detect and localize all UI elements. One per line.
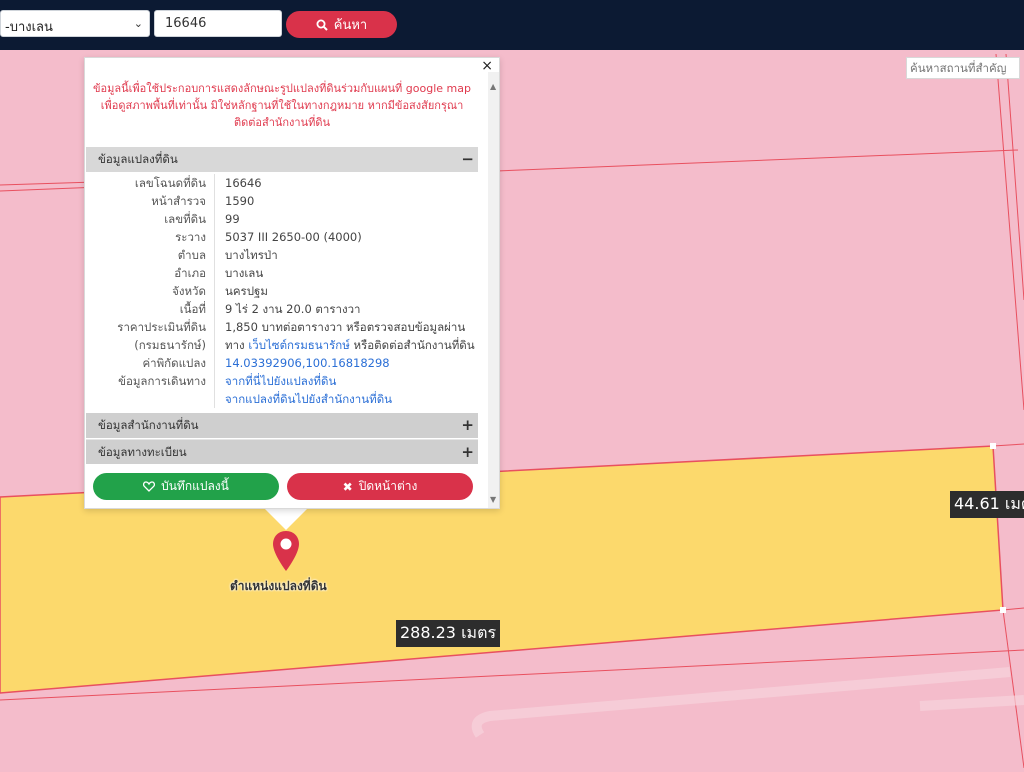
directions-label: ข้อมูลการเดินทาง <box>118 374 206 388</box>
coords-label: ค่าพิกัดแปลง <box>142 356 206 370</box>
directions-to-parcel-link[interactable]: จากที่นี่ไปยังแปลงที่ดิน <box>214 372 478 390</box>
field-label: ระวาง <box>175 230 206 244</box>
search-icon <box>316 19 328 31</box>
popup-scrollbar[interactable]: ▲ ▼ <box>488 72 499 508</box>
detail-row: หน้าสำรวจ 1590 <box>86 192 478 210</box>
search-button-label: ค้นหา <box>333 18 368 33</box>
x-icon: ✖ <box>342 479 353 494</box>
price-value: 1,850 บาทต่อตารางวา หรือตรวจสอบข้อมูลผ่า… <box>214 318 478 336</box>
popup-pointer <box>262 506 310 530</box>
detail-row: จังหวัด นครปฐม <box>86 282 478 300</box>
place-search-input[interactable] <box>906 57 1020 79</box>
price-label-source: (กรมธนารักษ์) <box>134 338 206 352</box>
field-label: จังหวัด <box>172 284 206 298</box>
scroll-down-icon[interactable]: ▼ <box>490 495 496 504</box>
district-select[interactable]: -บางเลน ⌄ <box>0 10 150 37</box>
field-label: หน้าสำรวจ <box>151 194 206 208</box>
chevron-down-icon: ⌄ <box>133 17 143 30</box>
field-label: เลขที่ดิน <box>164 212 206 226</box>
price-row: (กรมธนารักษ์) ทาง เว็บไซต์กรมธนารักษ์ หรื… <box>86 336 478 354</box>
directions-to-office-link[interactable]: จากแปลงที่ดินไปยังสำนักงานที่ดิน <box>214 390 478 408</box>
field-value: บางเลน <box>214 264 478 282</box>
parcel-details: เลขโฉนดที่ดิน 16646 หน้าสำรวจ 1590 เลขที่ด… <box>86 174 478 408</box>
close-window-label: ปิดหน้าต่าง <box>358 479 418 493</box>
price-label: ราคาประเมินที่ดิน <box>117 320 206 334</box>
detail-row: ระวาง 5037 III 2650-00 (4000) <box>86 228 478 246</box>
section-registry-info[interactable]: ข้อมูลทางทะเบียน + <box>86 439 478 464</box>
price-value-note: ทาง เว็บไซต์กรมธนารักษ์ หรือติดต่อสำนักง… <box>214 336 478 354</box>
section-office-title: ข้อมูลสำนักงานที่ดิน <box>98 418 199 432</box>
field-value: นครปฐม <box>214 282 478 300</box>
district-select-value: -บางเลน <box>5 20 53 35</box>
parcel-info-popup: × ▲ ▼ ข้อมูลนี้เพื่อใช้ประกอบการแสดงลักษ… <box>84 57 500 509</box>
detail-row: เลขที่ดิน 99 <box>86 210 478 228</box>
price-row: ราคาประเมินที่ดิน 1,850 บาทต่อตารางวา หรื… <box>86 318 478 336</box>
disclaimer-note: ข้อมูลนี้เพื่อใช้ประกอบการแสดงลักษณะรูปแ… <box>93 82 471 129</box>
side-length-label: 44.61 เมต <box>950 491 1024 518</box>
field-label: เนื้อที่ <box>179 302 206 316</box>
save-parcel-button[interactable]: บันทึกแปลงนี้ <box>93 473 279 500</box>
field-value: 9 ไร่ 2 งาน 20.0 ตารางวา <box>214 300 478 318</box>
field-label: เลขโฉนดที่ดิน <box>134 176 206 190</box>
close-window-button[interactable]: ✖ ปิดหน้าต่าง <box>287 473 473 500</box>
location-pin-icon[interactable] <box>272 530 300 576</box>
directions-row: จากแปลงที่ดินไปยังสำนักงานที่ดิน <box>86 390 478 408</box>
field-value: 5037 III 2650-00 (4000) <box>214 228 478 246</box>
detail-row: เลขโฉนดที่ดิน 16646 <box>86 174 478 192</box>
field-label: อำเภอ <box>174 266 206 280</box>
detail-row: ตำบล บางไทรป่า <box>86 246 478 264</box>
detail-row: อำเภอ บางเลน <box>86 264 478 282</box>
marker-label: ตำแหน่งแปลงที่ดิน <box>230 579 327 593</box>
top-toolbar: -บางเลน ⌄ ค้นหา <box>0 0 1024 50</box>
detail-row: เนื้อที่ 9 ไร่ 2 งาน 20.0 ตารางวา <box>86 300 478 318</box>
field-value: 99 <box>214 210 478 228</box>
price-note-suffix: หรือติดต่อสำนักงานที่ดิน <box>353 338 475 352</box>
directions-row: ข้อมูลการเดินทาง จากที่นี่ไปยังแปลงที่ดิน <box>86 372 478 390</box>
expand-icon[interactable]: + <box>461 413 474 438</box>
collapse-icon[interactable]: − <box>461 147 474 172</box>
coords-link[interactable]: 14.03392906,100.16818298 <box>214 354 478 372</box>
field-value: 1590 <box>214 192 478 210</box>
price-note-prefix: ทาง <box>225 338 245 352</box>
field-label: ตำบล <box>177 248 206 262</box>
section-office-info[interactable]: ข้อมูลสำนักงานที่ดิน + <box>86 413 478 438</box>
search-button[interactable]: ค้นหา <box>286 11 397 38</box>
deed-number-input[interactable] <box>154 10 282 37</box>
heart-icon <box>143 481 156 492</box>
section-parcel-title: ข้อมูลแปลงที่ดิน <box>98 152 178 166</box>
field-value: 16646 <box>214 174 478 192</box>
section-parcel-info[interactable]: ข้อมูลแปลงที่ดิน − <box>86 147 478 172</box>
scroll-up-icon[interactable]: ▲ <box>490 82 496 91</box>
expand-icon[interactable]: + <box>461 440 474 465</box>
treasury-website-link[interactable]: เว็บไซต์กรมธนารักษ์ <box>248 338 350 352</box>
field-value: บางไทรป่า <box>214 246 478 264</box>
coords-row: ค่าพิกัดแปลง 14.03392906,100.16818298 <box>86 354 478 372</box>
section-registry-title: ข้อมูลทางทะเบียน <box>98 445 187 459</box>
save-parcel-label: บันทึกแปลงนี้ <box>161 479 229 493</box>
bottom-length-label: 288.23 เมตร <box>396 620 501 647</box>
